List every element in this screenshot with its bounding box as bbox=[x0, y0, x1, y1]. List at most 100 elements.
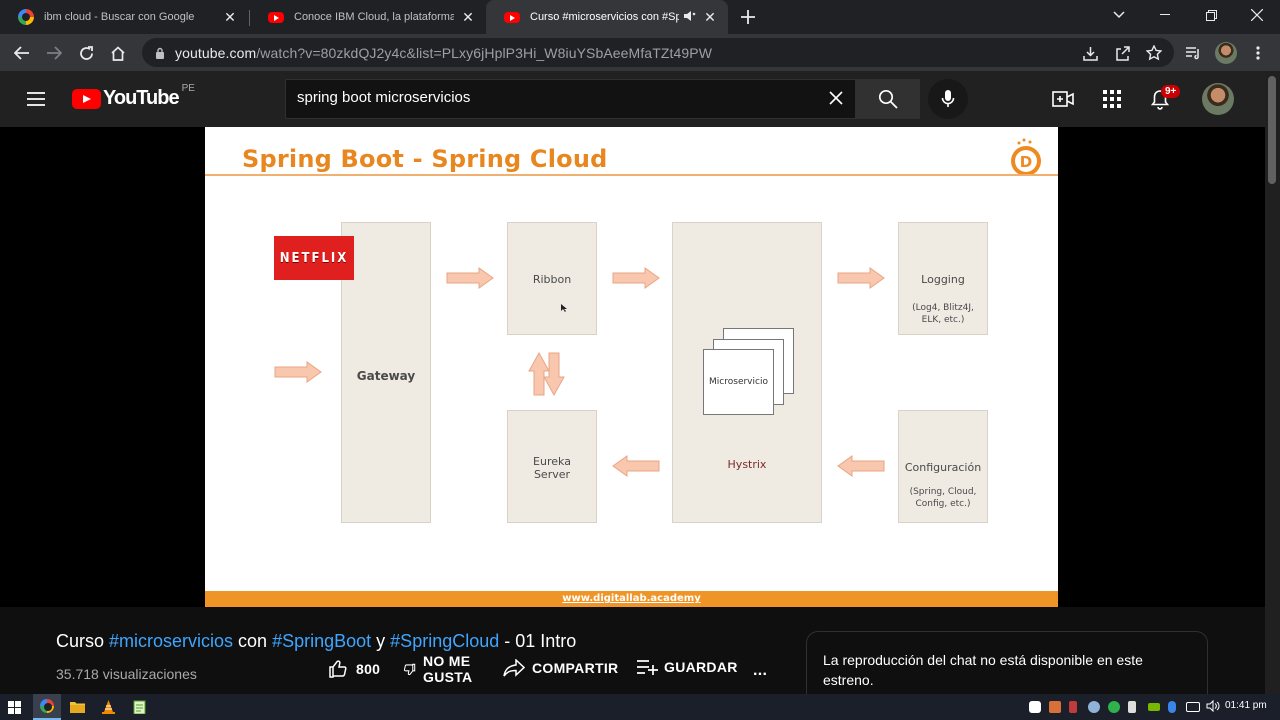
video-camera-plus-icon bbox=[1052, 91, 1074, 107]
clear-search-icon[interactable] bbox=[825, 88, 847, 110]
tab-title: ibm cloud - Buscar con Google bbox=[44, 11, 195, 23]
hashtag-link[interactable]: #SpringCloud bbox=[390, 631, 499, 651]
voice-search-button[interactable] bbox=[928, 79, 968, 119]
notification-badge: 9+ bbox=[1161, 85, 1181, 98]
avatar bbox=[1215, 42, 1237, 64]
tab-title: Conoce IBM Cloud, la plataforma de nu bbox=[294, 11, 454, 23]
save-button[interactable]: GUARDAR bbox=[636, 659, 738, 675]
dislike-label-line2: GUSTA bbox=[423, 669, 473, 685]
taskbar-notepad[interactable] bbox=[129, 697, 149, 717]
share-page-icon[interactable] bbox=[1109, 40, 1135, 66]
discord-tray-icon[interactable] bbox=[1029, 701, 1041, 713]
close-tab-icon[interactable]: ✕ bbox=[460, 9, 476, 26]
install-app-icon[interactable] bbox=[1077, 40, 1103, 66]
country-code: PE bbox=[181, 83, 195, 94]
tab-search-icon[interactable] bbox=[1096, 0, 1142, 30]
windows-start-button[interactable] bbox=[4, 697, 24, 717]
thumbs-up-icon bbox=[329, 660, 347, 678]
reload-button[interactable] bbox=[73, 40, 99, 66]
taskbar-file-explorer[interactable] bbox=[67, 697, 87, 717]
network-icon[interactable] bbox=[1186, 702, 1200, 712]
tray-app-icon[interactable] bbox=[1049, 701, 1061, 713]
browser-tab-strip: ibm cloud - Buscar con Google ✕ Conoce I… bbox=[0, 0, 1280, 34]
hashtag-link[interactable]: #microservicios bbox=[109, 631, 233, 651]
steam-tray-icon[interactable] bbox=[1088, 701, 1100, 713]
tab-curso-microservicios[interactable]: Curso #microservicios con #Spring ✕ bbox=[486, 0, 728, 34]
dislike-button[interactable]: NO ME GUSTA bbox=[403, 653, 472, 685]
back-button[interactable] bbox=[9, 40, 35, 66]
dislike-label-line1: NO ME bbox=[423, 653, 471, 669]
lock-icon[interactable] bbox=[155, 47, 165, 59]
hamburger-menu-icon[interactable] bbox=[24, 87, 48, 111]
share-arrow-icon bbox=[503, 659, 525, 677]
arrow-left-to-eureka bbox=[612, 455, 660, 477]
arrow-right-to-gateway bbox=[274, 361, 322, 383]
folder-icon bbox=[69, 702, 85, 713]
windows-taskbar: 01:41 pm bbox=[0, 694, 1280, 720]
video-player[interactable]: Spring Boot - Spring Cloud D Gateway NET… bbox=[0, 127, 1265, 607]
share-button[interactable]: COMPARTIR bbox=[503, 659, 618, 677]
taskbar-chrome[interactable] bbox=[33, 694, 61, 720]
video-title: Curso #microservicios con #SpringBoot y … bbox=[56, 631, 576, 652]
notepad-icon bbox=[133, 700, 145, 714]
speaker-icon[interactable] bbox=[683, 10, 696, 25]
search-input[interactable] bbox=[297, 89, 817, 106]
youtube-masthead: YouTube PE bbox=[0, 71, 1265, 127]
arrow-down bbox=[543, 352, 565, 397]
title-text: y bbox=[371, 631, 391, 651]
url-text: youtube.com/watch?v=80zkdQJ2y4c&list=PLx… bbox=[175, 44, 713, 61]
taskbar-clock[interactable]: 01:41 pm bbox=[1225, 700, 1267, 711]
close-window-button[interactable] bbox=[1234, 0, 1280, 30]
reading-list-icon[interactable] bbox=[1180, 40, 1206, 66]
create-video-button[interactable] bbox=[1051, 87, 1075, 111]
chat-unavailable-panel: La reproducción del chat no está disponi… bbox=[806, 631, 1208, 701]
profile-avatar[interactable] bbox=[1213, 40, 1239, 66]
chrome-menu-icon[interactable] bbox=[1245, 40, 1271, 66]
search-button[interactable] bbox=[855, 79, 920, 119]
youtube-icon bbox=[504, 11, 520, 23]
title-text: - 01 Intro bbox=[499, 631, 577, 651]
windows-logo-icon bbox=[7, 700, 21, 714]
video-info-section: Curso #microservicios con #SpringBoot y … bbox=[0, 607, 1265, 701]
youtube-logo[interactable]: YouTube PE bbox=[72, 83, 195, 110]
arrow-left-to-hystrix bbox=[837, 455, 885, 477]
youtube-play-logo-icon bbox=[72, 88, 101, 109]
chat-unavailable-message: La reproducción del chat no está disponi… bbox=[823, 652, 1143, 688]
tray-app-icon[interactable] bbox=[1128, 701, 1136, 713]
restore-button[interactable] bbox=[1188, 0, 1234, 30]
tray-app-icon[interactable] bbox=[1069, 701, 1077, 713]
video-frame-slide: Spring Boot - Spring Cloud D Gateway NET… bbox=[205, 127, 1058, 607]
like-button[interactable]: 800 bbox=[328, 659, 380, 679]
tab-title: Curso #microservicios con #Spring bbox=[530, 11, 679, 23]
volume-icon[interactable] bbox=[1206, 699, 1220, 718]
bluetooth-icon[interactable] bbox=[1168, 701, 1176, 713]
close-tab-icon[interactable]: ✕ bbox=[702, 9, 718, 26]
vlc-cone-icon bbox=[101, 700, 115, 714]
apps-grid-button[interactable] bbox=[1100, 87, 1124, 111]
scrollbar-thumb[interactable] bbox=[1268, 76, 1276, 184]
apps-grid-icon bbox=[1103, 90, 1121, 108]
hashtag-link[interactable]: #SpringBoot bbox=[272, 631, 371, 651]
page-scrollbar[interactable] bbox=[1265, 71, 1280, 694]
tray-app-icon[interactable] bbox=[1108, 701, 1120, 713]
bookmark-star-icon[interactable] bbox=[1141, 40, 1167, 66]
like-count: 800 bbox=[356, 661, 381, 677]
arrow-right-to-ribbon bbox=[446, 267, 494, 289]
minimize-button[interactable] bbox=[1142, 0, 1188, 30]
close-tab-icon[interactable]: ✕ bbox=[222, 9, 238, 26]
more-actions-button[interactable]: ... bbox=[753, 662, 767, 680]
account-avatar-button[interactable] bbox=[1202, 83, 1234, 115]
avatar bbox=[1202, 83, 1234, 115]
home-button[interactable] bbox=[105, 40, 131, 66]
more-actions-icon: ... bbox=[753, 662, 768, 679]
nvidia-tray-icon[interactable] bbox=[1148, 703, 1160, 711]
save-label: GUARDAR bbox=[664, 659, 738, 675]
slide-footer-url: www.digitallab.academy bbox=[205, 591, 1058, 607]
address-bar[interactable]: youtube.com/watch?v=80zkdQJ2y4c&list=PLx… bbox=[142, 38, 1174, 67]
taskbar-vlc[interactable] bbox=[98, 697, 118, 717]
forward-button[interactable] bbox=[41, 40, 67, 66]
new-tab-button[interactable] bbox=[735, 4, 761, 30]
tab-google-search[interactable]: ibm cloud - Buscar con Google ✕ bbox=[0, 0, 248, 34]
tab-ibm-cloud[interactable]: Conoce IBM Cloud, la plataforma de nu ✕ bbox=[250, 0, 486, 34]
chrome-icon bbox=[40, 699, 54, 713]
